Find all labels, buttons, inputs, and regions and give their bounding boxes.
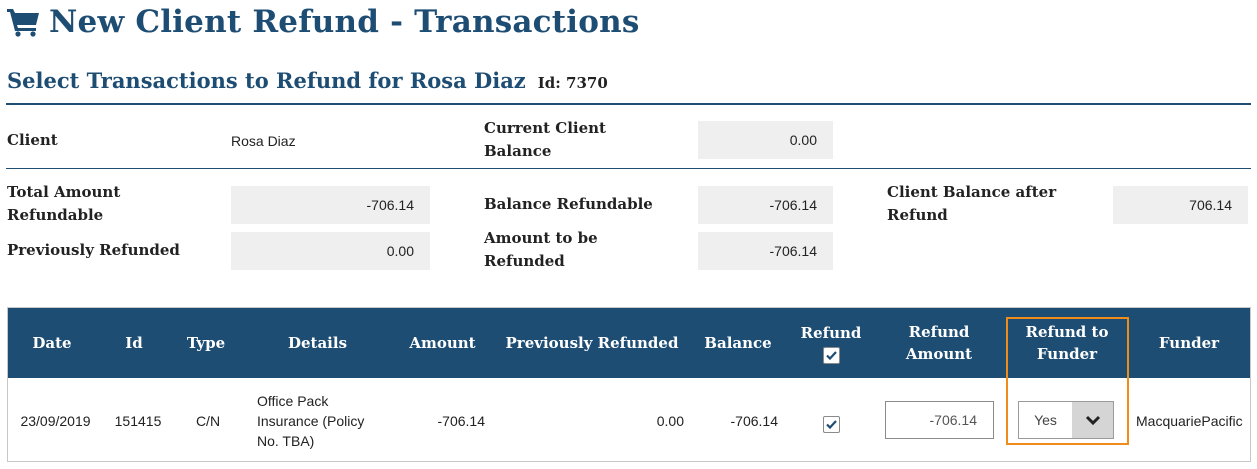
balance-after-field: 706.14 <box>1113 186 1248 224</box>
checkmark-icon <box>825 351 837 361</box>
checkmark-icon <box>825 419 837 429</box>
balance-refundable-label: Balance Refundable <box>484 195 653 213</box>
header-previously-refunded: Previously Refunded <box>505 334 679 352</box>
client-name-value: Rosa Diaz <box>231 133 296 149</box>
header-refund: Refund <box>782 308 880 378</box>
header-funder: Funder <box>1158 334 1220 352</box>
amount-to-refund-label: Amount to be Refunded <box>484 229 598 270</box>
header-date: Date <box>32 334 72 352</box>
cell-funder: MacquariePacific <box>1136 412 1243 429</box>
header-refund-amount: Refund Amount <box>905 323 973 363</box>
current-balance-field: 0.00 <box>698 121 833 159</box>
cell-id: 151415 <box>114 412 162 429</box>
transactions-table: Date Id Type Details Amount Previously R… <box>7 307 1251 462</box>
header-refund-to-funder: Refund to Funder <box>1025 323 1109 363</box>
cell-amount: -706.14 <box>437 412 485 429</box>
cell-balance: -706.14 <box>730 412 778 429</box>
header-refund-label: Refund <box>800 324 862 342</box>
select-all-checkbox[interactable] <box>822 347 840 364</box>
refund-to-funder-value: Yes <box>1034 412 1057 428</box>
page-header: New Client Refund - Transactions <box>7 2 640 42</box>
page-title: New Client Refund - Transactions <box>49 4 640 40</box>
section-title: Select Transactions to Refund for Rosa D… <box>7 68 526 93</box>
header-type: Type <box>186 334 226 352</box>
header-amount: Amount <box>409 334 476 352</box>
client-id-label: Id: 7370 <box>537 74 608 92</box>
refund-amount-input[interactable]: -706.14 <box>885 401 994 439</box>
cell-details: Office Pack Insurance (Policy No. TBA) <box>257 393 365 449</box>
balance-refundable-field: -706.14 <box>698 186 833 224</box>
previously-refunded-field: 0.00 <box>231 232 430 270</box>
refund-checkbox[interactable] <box>822 415 840 433</box>
cell-refund <box>782 414 880 434</box>
shopping-cart-icon <box>7 9 39 37</box>
chevron-down-icon <box>1085 415 1100 426</box>
info-divider <box>6 168 1251 169</box>
cell-type: C/N <box>195 412 221 429</box>
dropdown-button[interactable] <box>1072 402 1113 438</box>
balance-after-label: Client Balance after Refund <box>887 183 1057 224</box>
section-divider <box>6 103 1251 105</box>
section-header: Select Transactions to Refund for Rosa D… <box>7 68 608 93</box>
current-balance-label: Current Client Balance <box>484 119 606 160</box>
client-label: Client <box>7 131 58 149</box>
cell-date: 23/09/2019 <box>20 412 91 429</box>
table-header: Date Id Type Details Amount Previously R… <box>8 308 1250 378</box>
total-refundable-field: -706.14 <box>231 186 430 224</box>
cell-previously-refunded: 0.00 <box>656 412 684 429</box>
previously-refunded-label: Previously Refunded <box>7 241 180 259</box>
total-refundable-label: Total Amount Refundable <box>7 183 121 224</box>
header-details: Details <box>287 334 348 352</box>
header-balance: Balance <box>704 334 772 352</box>
header-id: Id <box>125 334 143 352</box>
refund-to-funder-select[interactable]: Yes <box>1018 401 1114 439</box>
amount-to-refund-field: -706.14 <box>698 232 833 270</box>
